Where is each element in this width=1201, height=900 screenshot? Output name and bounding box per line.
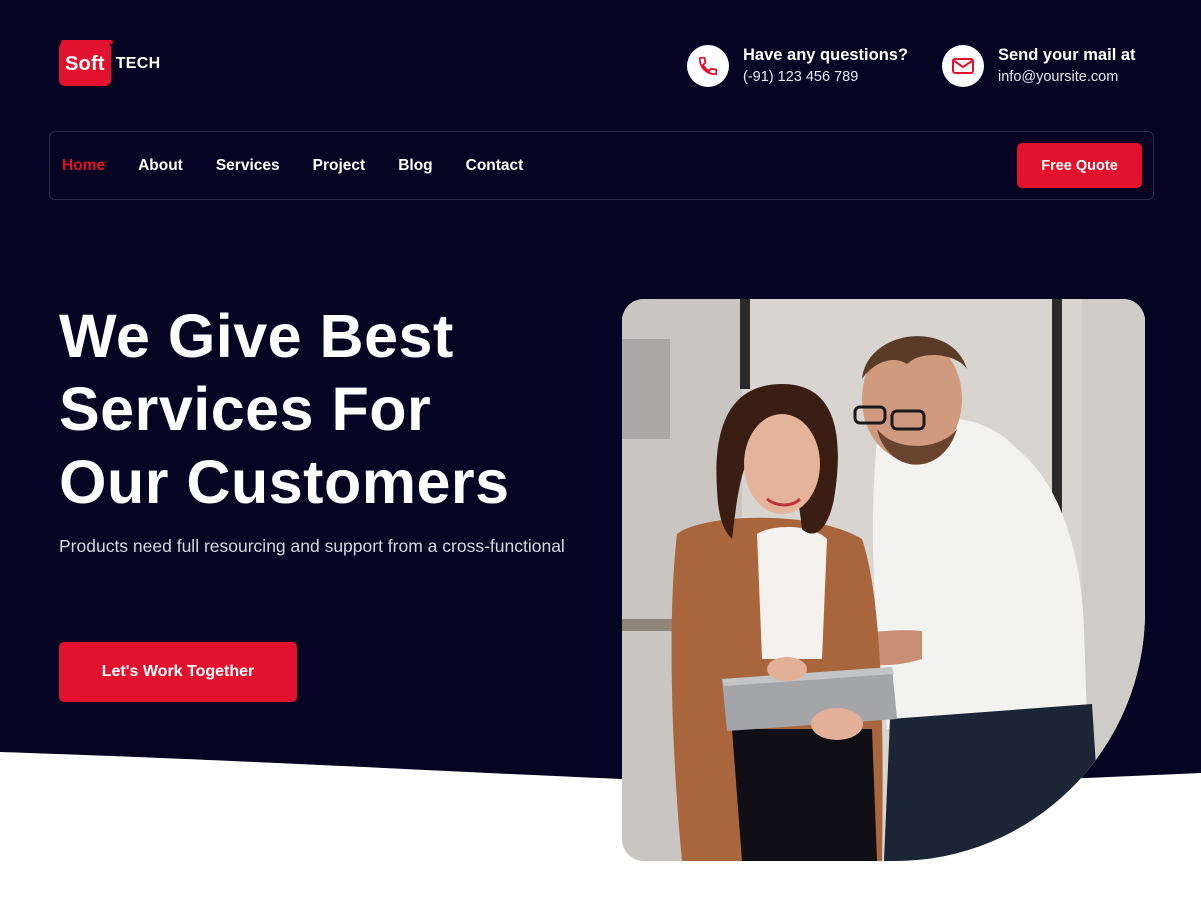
mail-title: Send your mail at — [998, 46, 1136, 64]
hero-title: We Give Best Services For Our Customers — [59, 300, 619, 519]
nav-item-home[interactable]: Home — [62, 157, 105, 175]
phone-icon — [687, 45, 729, 87]
hero-photo — [622, 299, 1145, 861]
hero-title-line-3: Our Customers — [59, 448, 510, 516]
logo[interactable]: Soft TECH — [59, 40, 161, 86]
nav-item-blog[interactable]: Blog — [398, 157, 432, 175]
phone-number[interactable]: (-91) 123 456 789 — [743, 66, 908, 88]
logo-text: TECH — [115, 55, 161, 72]
hero-title-line-1: We Give Best — [59, 302, 454, 370]
nav-item-about[interactable]: About — [138, 157, 183, 175]
nav-item-project[interactable]: Project — [313, 157, 366, 175]
mail-contact[interactable]: Send your mail at info@yoursite.com — [942, 44, 1136, 88]
hero-subtitle: Products need full resourcing and suppor… — [59, 536, 565, 556]
mail-icon — [942, 45, 984, 87]
nav-item-contact[interactable]: Contact — [466, 157, 524, 175]
main-nav: Home About Services Project Blog Contact… — [49, 131, 1154, 200]
nav-item-services[interactable]: Services — [216, 157, 280, 175]
mail-address[interactable]: info@yoursite.com — [998, 66, 1136, 88]
logo-mark: Soft — [59, 40, 113, 86]
hero-title-line-2: Services For — [59, 375, 432, 443]
free-quote-button[interactable]: Free Quote — [1017, 143, 1142, 188]
phone-contact[interactable]: Have any questions? (-91) 123 456 789 — [687, 44, 908, 88]
work-together-button[interactable]: Let's Work Together — [59, 642, 297, 702]
phone-title: Have any questions? — [743, 46, 909, 64]
